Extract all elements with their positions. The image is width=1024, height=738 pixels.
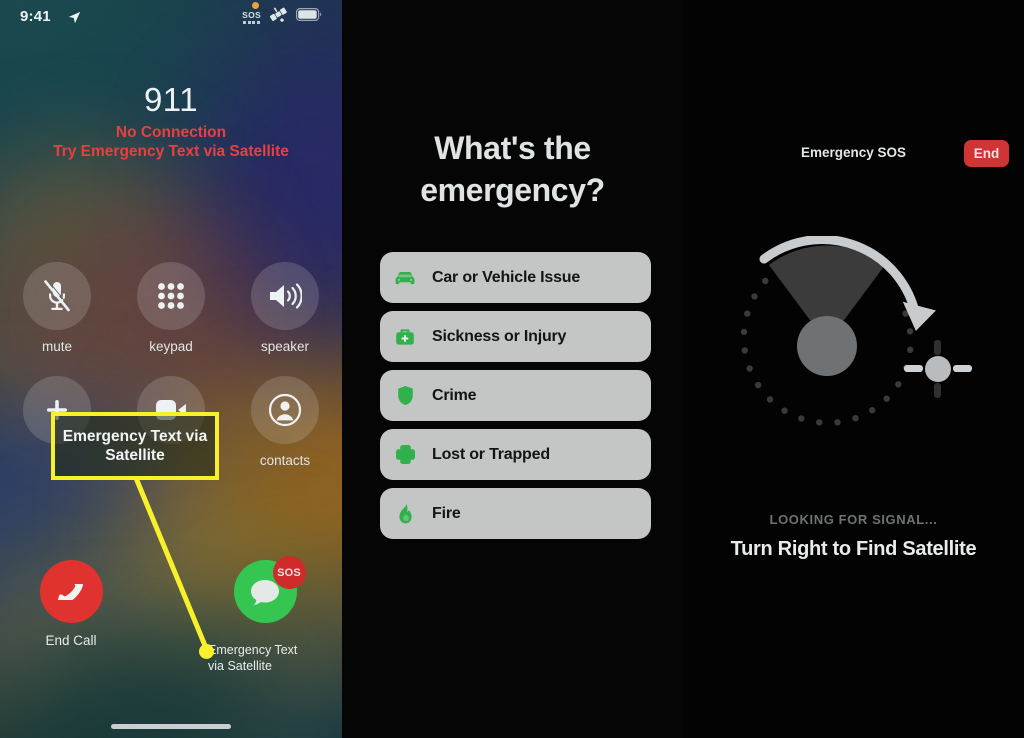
annotation-leader-dot: [199, 644, 214, 659]
satellite-label-line-1: Emergency Text: [208, 643, 298, 657]
speaker-button[interactable]: [251, 262, 319, 330]
emergency-option-label: Lost or Trapped: [432, 445, 550, 463]
emergency-option-label: Sickness or Injury: [432, 327, 567, 345]
emergency-options-list: Car or Vehicle Issue Sickness or Injury: [380, 252, 651, 547]
emergency-question-title: What's the emergency?: [342, 128, 683, 211]
emergency-option-label: Crime: [432, 386, 477, 404]
satellite-header-title: Emergency SOS: [801, 145, 907, 160]
end-call-circle[interactable]: [39, 560, 103, 623]
panel-in-call-screen: 9:41 SOS 911 No Connection Try Emergency…: [0, 0, 342, 738]
satellite-header-bar: Emergency SOS End: [683, 140, 1024, 170]
screenshot-stage: 9:41 SOS 911 No Connection Try Emergency…: [0, 0, 1024, 738]
end-call-icon: [57, 583, 84, 600]
keypad-button[interactable]: [137, 262, 205, 330]
home-indicator[interactable]: [111, 724, 231, 729]
call-control-label: keypad: [149, 339, 193, 354]
sos-badge: SOS: [272, 556, 306, 589]
contacts-button[interactable]: [251, 376, 319, 444]
emergency-option-sickness-or-injury[interactable]: Sickness or Injury: [380, 311, 651, 362]
emergency-text-satellite-button[interactable]: SOS: [210, 556, 320, 623]
annotation-callout-text: Emergency Text via Satellite: [62, 427, 208, 464]
contacts-icon: [268, 393, 302, 427]
end-call-label: End Call: [45, 633, 97, 648]
messages-sos-wrap[interactable]: SOS: [233, 556, 306, 623]
location-arrow-icon: [68, 11, 81, 29]
medical-bag-icon: [394, 326, 416, 348]
status-bar: 9:41 SOS: [0, 0, 342, 32]
emergency-option-crime[interactable]: Crime: [380, 370, 651, 421]
annotation-callout-box: Emergency Text via Satellite: [51, 412, 219, 480]
status-bar-time: 9:41: [20, 8, 51, 25]
emergency-option-fire[interactable]: Fire: [380, 488, 651, 539]
keypad-icon: [158, 283, 184, 309]
microphone-muted-icon: [44, 280, 72, 312]
sos-label: SOS: [242, 10, 261, 20]
satellite-target-icon: [904, 340, 972, 398]
shield-icon: [394, 385, 416, 407]
call-control-contacts[interactable]: contacts: [235, 376, 335, 468]
emergency-option-label: Fire: [432, 504, 461, 522]
mute-button[interactable]: [23, 262, 91, 330]
call-control-keypad[interactable]: keypad: [121, 262, 221, 354]
emergency-title-line-1: What's the: [434, 130, 591, 166]
satellite-icon: [269, 6, 288, 28]
call-number: 911: [143, 81, 199, 118]
call-control-label: contacts: [259, 453, 311, 468]
battery-icon: [296, 8, 322, 26]
call-control-speaker[interactable]: speaker: [235, 262, 335, 354]
sos-signal-indicator: SOS: [242, 10, 261, 24]
call-status-try-satellite: Try Emergency Text via Satellite: [53, 143, 289, 161]
annotation-leader-line: [133, 478, 209, 651]
status-bar-icons: SOS: [242, 6, 322, 28]
cross-icon: [394, 444, 416, 466]
call-control-label: speaker: [260, 339, 310, 354]
satellite-label-line-2: via Satellite: [208, 658, 272, 673]
panel-satellite-connection: Emergency SOS End LOOKING FOR SIGNAL... …: [683, 0, 1024, 738]
end-button[interactable]: End: [964, 140, 1009, 167]
emergency-text-satellite-label: Emergency Text via Satellite: [208, 643, 338, 674]
satellite-status-text: LOOKING FOR SIGNAL...: [769, 512, 938, 527]
satellite-instruction-text: Turn Right to Find Satellite: [730, 538, 977, 560]
emergency-option-lost-or-trapped[interactable]: Lost or Trapped: [380, 429, 651, 480]
call-control-label: mute: [41, 339, 72, 354]
car-icon: [394, 267, 416, 289]
call-control-mute[interactable]: mute: [7, 262, 107, 354]
satellite-direction-dial: [740, 236, 972, 426]
panel-emergency-type-selection: What's the emergency? Car or Vehicle Iss…: [342, 0, 683, 738]
call-status-no-connection: No Connection: [115, 124, 227, 142]
flame-icon: [394, 503, 416, 525]
call-header: 911 No Connection Try Emergency Text via…: [0, 81, 342, 161]
end-call-button[interactable]: End Call: [16, 560, 126, 649]
sos-badge-text: SOS: [277, 566, 301, 579]
emergency-option-label: Car or Vehicle Issue: [432, 268, 581, 286]
signal-dots: [243, 21, 260, 24]
emergency-title-line-2: emergency?: [420, 171, 605, 208]
end-button-label: End: [973, 146, 1000, 161]
emergency-option-car-or-vehicle-issue[interactable]: Car or Vehicle Issue: [380, 252, 651, 303]
dial-center-knob: [797, 316, 857, 376]
speaker-icon: [270, 283, 302, 309]
